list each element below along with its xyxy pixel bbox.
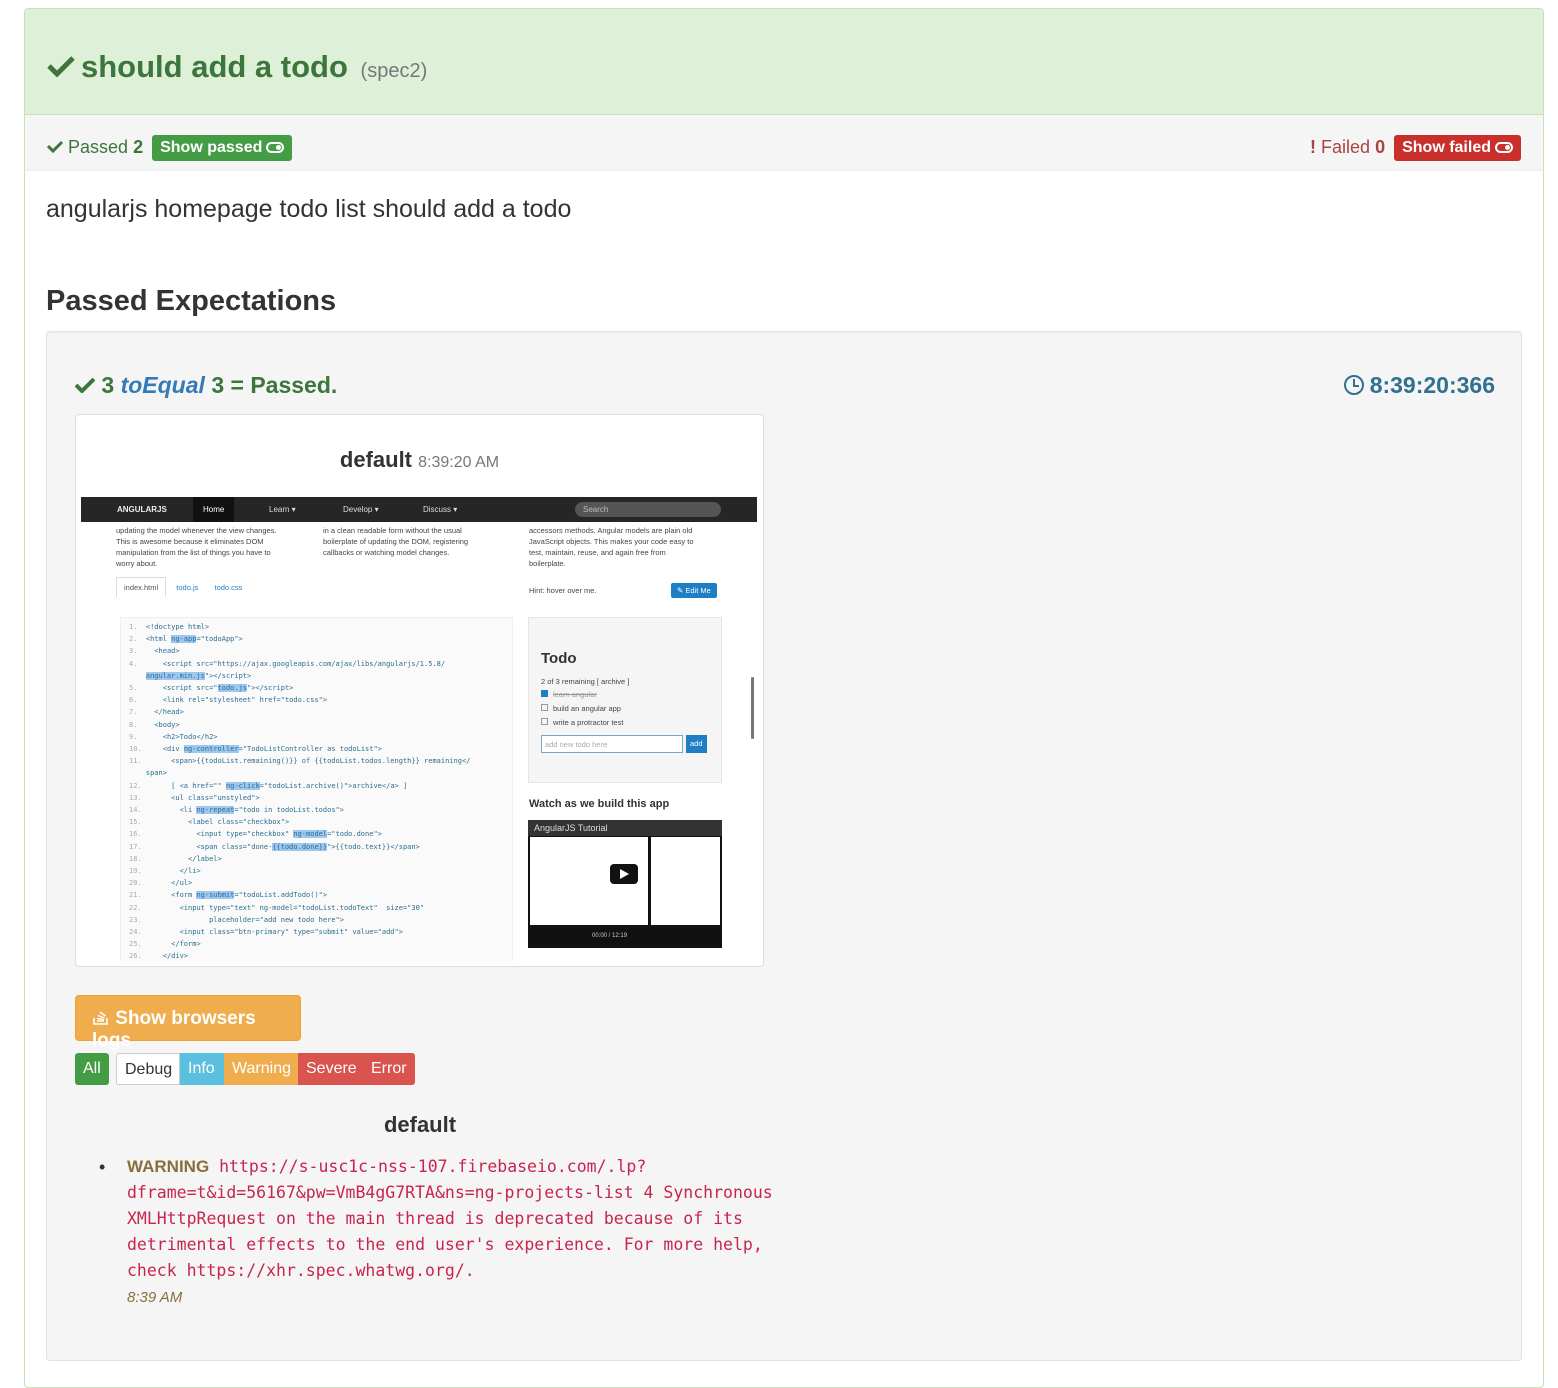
screenshot-col1: updating the model whenever the view cha…: [116, 526, 277, 568]
expectation-time: 8:39:20:366: [1343, 372, 1495, 399]
show-passed-label: Show passed: [160, 139, 263, 156]
spec-title: should add a todo: [81, 49, 348, 84]
nav-search: Search: [575, 502, 721, 517]
spec-panel: should add a todo (spec2) Passed 2 Show …: [24, 8, 1544, 1388]
filter-all[interactable]: All: [75, 1053, 109, 1085]
stack-overflow-icon: [93, 1011, 108, 1025]
expectation-line: 3 toEqual 3 = Passed.: [74, 372, 338, 399]
summary-bar: Passed 2 Show passed ! Failed 0 Show fai…: [25, 115, 1543, 171]
exclamation-icon: !: [1310, 136, 1316, 157]
filter-error[interactable]: Error: [363, 1053, 415, 1085]
check-icon: [46, 140, 64, 153]
todo-input: add new todo here: [541, 735, 683, 753]
spec-id: (spec2): [360, 60, 428, 82]
screenshot-caption: default 8:39:20 AM: [76, 447, 763, 473]
screenshot-tabs: index.html todo.js todo.css: [116, 577, 243, 597]
show-browser-logs-label: Show browsers logs: [92, 1008, 256, 1051]
log-group-title: default: [383, 1112, 457, 1137]
todo-item-1: learn angular: [541, 689, 597, 700]
check-icon: [74, 377, 96, 394]
todo-item-2-text: build an angular app: [553, 704, 621, 713]
todo-item-3: write a protractor test: [541, 717, 623, 728]
nav-home: Home: [193, 497, 235, 522]
filter-debug[interactable]: Debug: [116, 1053, 180, 1085]
expectation-time-text: 8:39:20:366: [1369, 372, 1495, 398]
toggle-on-icon: [266, 142, 285, 154]
toggle-on-icon: [1495, 142, 1513, 154]
screenshot-image: ANGULARJS Home Learn ▾ Develop ▾ Discuss…: [81, 497, 757, 961]
log-message: https://s-usc1c-nss-107.firebaseio.com/.…: [127, 1157, 773, 1280]
show-browser-logs-button[interactable]: Show browsers logs: [75, 995, 301, 1051]
todo-item-2: build an angular app: [541, 703, 621, 714]
video-time: 00:00 / 12:19: [592, 933, 628, 939]
todo-title: Todo: [541, 650, 577, 667]
tab-index: index.html: [116, 577, 167, 597]
screenshot-col2: in a clean readable form without the usu…: [323, 526, 469, 557]
section-title: Passed Expectations: [46, 285, 337, 317]
todo-item-1-text: learn angular: [553, 690, 597, 699]
expectation-matcher: toEqual: [120, 372, 205, 398]
video-title: AngularJS Tutorial: [528, 820, 722, 836]
nav-learn: Learn ▾: [269, 505, 296, 514]
failed-summary: ! Failed 0 Show failed: [1310, 135, 1521, 161]
expectation-expected: 3: [211, 372, 225, 398]
passed-count: 2: [133, 136, 144, 157]
tab-todo-js: todo.js: [176, 583, 199, 592]
passed-label: Passed: [68, 136, 129, 157]
show-failed-button[interactable]: Show failed: [1394, 135, 1521, 161]
filter-warning[interactable]: Warning: [224, 1053, 298, 1085]
log-entry: WARNING https://s-usc1c-nss-107.firebase…: [127, 1154, 807, 1311]
nav-discuss: Discuss ▾: [423, 505, 458, 514]
screenshot-code: 1. <!doctype html> 2. <html ng-app="todo…: [120, 617, 513, 961]
filter-info[interactable]: Info: [180, 1053, 224, 1085]
clock-icon: [1343, 375, 1364, 395]
expectation-actual: 3: [101, 372, 115, 398]
expectation-result: = Passed.: [230, 372, 338, 398]
todo-item-3-text: write a protractor test: [553, 718, 624, 727]
video-frame-right: [651, 837, 720, 925]
screenshot-col3: accessors methods. Angular models are pl…: [529, 526, 694, 568]
show-passed-button[interactable]: Show passed: [152, 135, 293, 161]
filter-severe[interactable]: Severe: [298, 1053, 363, 1085]
screenshot-scrollbar: [751, 677, 754, 739]
screenshot-time: 8:39:20 AM: [418, 454, 500, 471]
show-failed-label: Show failed: [1402, 139, 1491, 156]
play-icon: [610, 864, 638, 884]
screenshot-navbar: ANGULARJS Home Learn ▾ Develop ▾ Discuss…: [81, 497, 757, 522]
screenshot-video: AngularJS Tutorial 00:00 / 12:19: [528, 820, 722, 948]
check-icon: [47, 56, 75, 77]
screenshot-browser: default: [339, 447, 413, 472]
todo-add: add: [686, 735, 707, 753]
spec-description: angularjs homepage todo list should add …: [46, 195, 572, 223]
tab-todo-css: todo.css: [214, 583, 243, 592]
screenshot-thumbnail[interactable]: default 8:39:20 AM ANGULARJS Home Learn …: [75, 414, 764, 967]
screenshot-todo-box: Todo 2 of 3 remaining [ archive ] learn …: [528, 617, 722, 783]
failed-count: 0: [1375, 136, 1386, 157]
log-level: WARNING: [127, 1157, 210, 1176]
spec-heading: should add a todo (spec2): [25, 9, 1543, 115]
expectations-well: 3 toEqual 3 = Passed. 8:39:20:366 defaul…: [46, 331, 1522, 1361]
todo-remaining: 2 of 3 remaining [ archive ]: [541, 677, 630, 686]
angular-logo: ANGULARJS: [117, 505, 167, 514]
screenshot-hint: Hint: hover over me.: [529, 586, 597, 595]
failed-label: Failed: [1321, 136, 1371, 157]
watch-label: Watch as we build this app: [529, 798, 670, 810]
log-bullet: •: [99, 1157, 106, 1177]
log-time: 8:39 AM: [127, 1289, 183, 1306]
passed-summary: Passed 2 Show passed: [46, 135, 293, 161]
screenshot-edit: ✎ Edit Me: [671, 583, 717, 598]
nav-develop: Develop ▾: [343, 505, 379, 514]
